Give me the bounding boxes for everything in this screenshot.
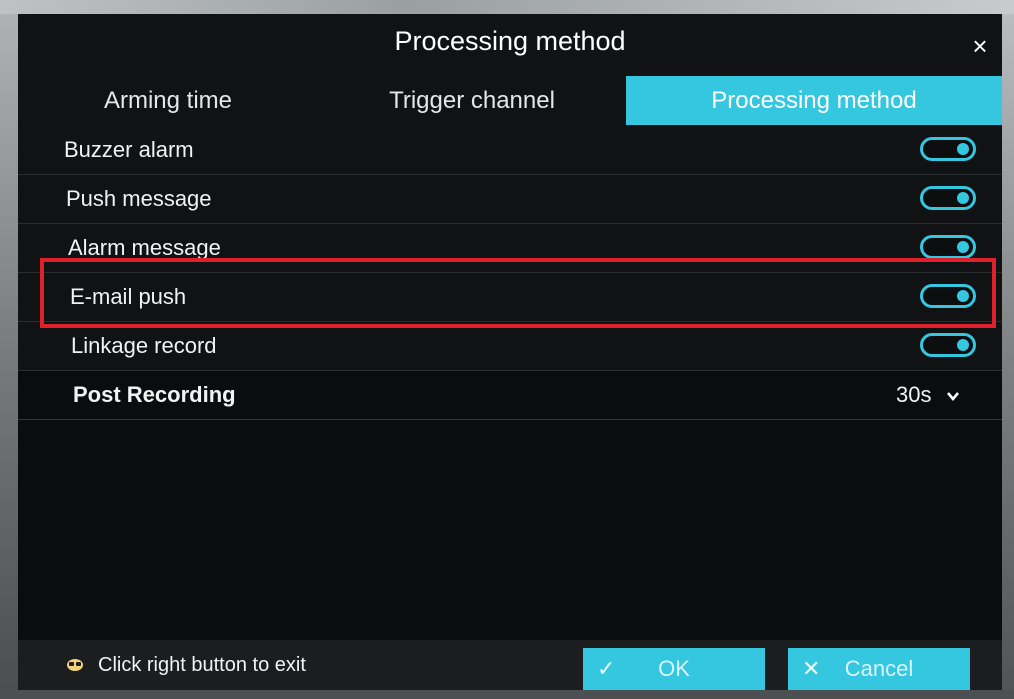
setting-row-post-recording: Post Recording 30s bbox=[18, 370, 1002, 420]
photo-background-bottom bbox=[0, 690, 1014, 699]
setting-label: Linkage record bbox=[71, 333, 217, 358]
tab-bar: Arming time Trigger channel Processing m… bbox=[18, 76, 1002, 125]
post-recording-value: 30s bbox=[896, 382, 932, 407]
alarm-message-toggle[interactable] bbox=[920, 235, 976, 259]
toggle-knob bbox=[957, 241, 969, 253]
email-push-highlight-box bbox=[40, 258, 996, 328]
buzzer-alarm-toggle[interactable] bbox=[920, 137, 976, 161]
ok-label: OK bbox=[658, 656, 690, 681]
linkage-record-toggle[interactable] bbox=[920, 333, 976, 357]
photo-background-right bbox=[1002, 14, 1014, 699]
exit-hint: Click right button to exit bbox=[98, 654, 306, 676]
tab-arming-time[interactable]: Arming time bbox=[18, 76, 318, 125]
chevron-down-icon bbox=[946, 392, 959, 402]
push-message-toggle[interactable] bbox=[920, 186, 976, 210]
dialog-title: Processing method bbox=[394, 26, 626, 56]
setting-label: Buzzer alarm bbox=[64, 137, 194, 162]
post-recording-dropdown[interactable]: 30s bbox=[896, 370, 960, 419]
setting-row-buzzer-alarm: Buzzer alarm bbox=[18, 125, 1002, 175]
tab-trigger-channel[interactable]: Trigger channel bbox=[318, 76, 626, 125]
tab-processing-method[interactable]: Processing method bbox=[626, 76, 1002, 125]
dialog-footer: Click right button to exit ✓ OK ✕ Cancel bbox=[18, 640, 1002, 690]
ok-button[interactable]: ✓ OK bbox=[583, 648, 765, 690]
photo-background-top bbox=[0, 0, 1014, 14]
setting-label: Push message bbox=[66, 186, 212, 211]
cancel-button[interactable]: ✕ Cancel bbox=[788, 648, 970, 690]
setting-row-linkage-record: Linkage record bbox=[18, 321, 1002, 371]
processing-method-dialog: Processing method × Arming time Trigger … bbox=[18, 14, 1002, 690]
photo-background-left bbox=[0, 14, 18, 699]
toggle-knob bbox=[957, 339, 969, 351]
mouse-icon bbox=[67, 659, 83, 671]
close-icon[interactable]: × bbox=[968, 33, 992, 59]
cancel-label: Cancel bbox=[844, 656, 914, 681]
toggle-knob bbox=[957, 192, 969, 204]
post-recording-label: Post Recording bbox=[73, 382, 236, 407]
setting-row-push-message: Push message bbox=[18, 174, 1002, 224]
toggle-knob bbox=[957, 143, 969, 155]
